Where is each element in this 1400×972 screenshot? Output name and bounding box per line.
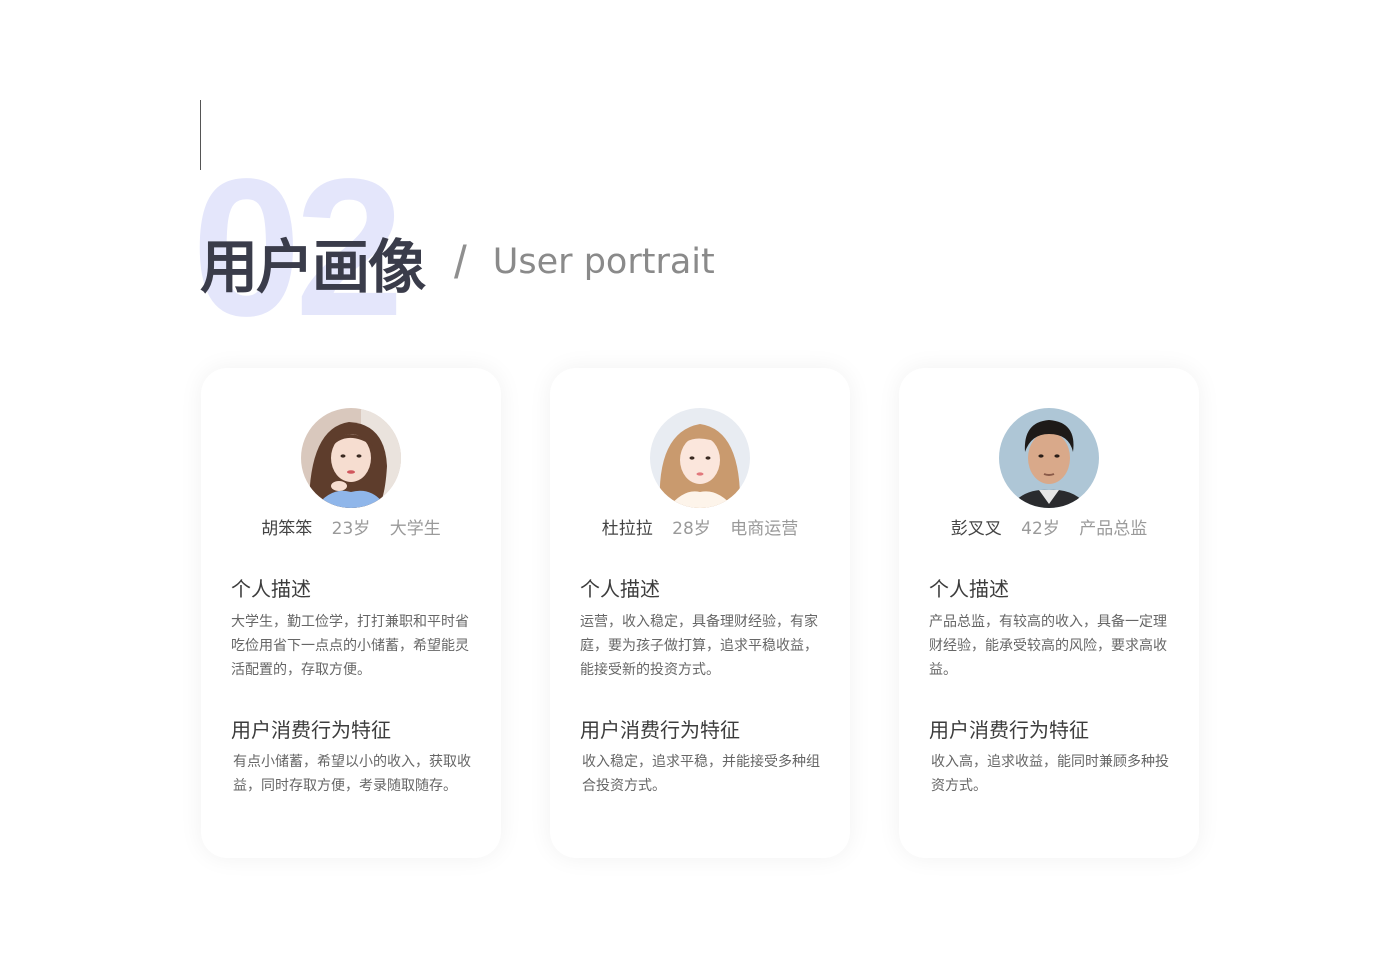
- behavior-heading: 用户消费行为特征: [929, 718, 1089, 742]
- behavior-heading: 用户消费行为特征: [231, 718, 391, 742]
- persona-age: 23岁: [331, 519, 371, 539]
- description-text: 运营，收入稳定，具备理财经验，有家庭，要为孩子做打算，追求平稳收益，能接受新的投…: [580, 614, 818, 678]
- persona-meta: 杜拉拉 28岁 电商运营: [550, 514, 850, 539]
- persona-meta: 胡笨笨 23岁 大学生: [201, 514, 501, 539]
- persona-name: 杜拉拉: [601, 519, 653, 539]
- persona-card: 胡笨笨 23岁 大学生 个人描述 大学生，勤工俭学，打打兼职和平时省吃俭用省下一…: [201, 368, 501, 858]
- persona-name: 彭叉叉: [950, 519, 1002, 539]
- persona-name: 胡笨笨: [261, 519, 313, 539]
- avatar: [301, 408, 401, 508]
- persona-role: 电商运营: [730, 519, 799, 539]
- persona-card: 彭叉叉 42岁 产品总监 个人描述 产品总监，有较高的收入，具备一定理财经验，能…: [899, 368, 1199, 858]
- persona-card: 杜拉拉 28岁 电商运营 个人描述 运营，收入稳定，具备理财经验，有家庭，要为孩…: [550, 368, 850, 858]
- page-subtitle: User portrait: [492, 242, 715, 282]
- behavior-heading: 用户消费行为特征: [580, 718, 740, 742]
- avatar: [999, 408, 1099, 508]
- persona-role: 产品总监: [1079, 519, 1148, 539]
- page-title: 用户画像: [200, 233, 426, 301]
- behavior-text: 收入稳定，追求平稳，并能接受多种组合投资方式。: [582, 754, 820, 794]
- description-text: 产品总监，有较高的收入，具备一定理财经验，能承受较高的风险，要求高收益。: [929, 614, 1167, 678]
- section-heading: 用户画像 / User portrait: [200, 222, 715, 302]
- description-heading: 个人描述: [580, 577, 660, 601]
- persona-role: 大学生: [389, 519, 441, 539]
- description-heading: 个人描述: [929, 577, 1009, 601]
- behavior-text: 有点小储蓄，希望以小的收入，获取收益，同时存取方便，考录随取随存。: [233, 754, 471, 794]
- persona-meta: 彭叉叉 42岁 产品总监: [899, 514, 1199, 539]
- avatar: [650, 408, 750, 508]
- description-text: 大学生，勤工俭学，打打兼职和平时省吃俭用省下一点点的小储蓄，希望能灵活配置的，存…: [231, 614, 469, 678]
- behavior-text: 收入高，追求收益，能同时兼顾多种投资方式。: [931, 754, 1169, 794]
- description-heading: 个人描述: [231, 577, 311, 601]
- persona-age: 42岁: [1021, 519, 1060, 539]
- persona-age: 28岁: [672, 519, 711, 539]
- title-divider: /: [454, 236, 467, 288]
